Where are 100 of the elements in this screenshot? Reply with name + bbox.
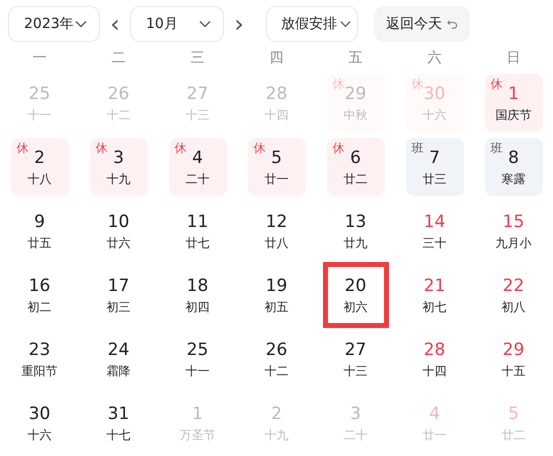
day-cell[interactable]: 13 廿九 [326,202,384,260]
day-number: 24 [108,340,130,360]
day-cell[interactable]: 29 十五 [484,330,542,388]
day-cell[interactable]: 24 霜降 [90,330,148,388]
day-cell[interactable]: 25 十一 [168,330,226,388]
lunar-date: 十四 [422,362,446,378]
holiday-label: 休 [490,77,502,91]
year-dropdown[interactable]: 2023年 [8,6,100,42]
weekday-label: 六 [426,49,442,68]
day-cell[interactable]: 休 6 廿二 [326,138,384,196]
day-number: 15 [502,212,524,232]
lunar-date: 重阳节 [22,362,58,378]
day-number: 8 [508,148,519,168]
day-cell[interactable]: 11 廿七 [168,202,226,260]
day-cell[interactable]: 班 8 寒露 [484,138,542,196]
day-number: 26 [266,340,288,360]
day-cell[interactable]: 9 廿五 [10,202,68,260]
chevron-down-icon [340,20,351,28]
day-cell[interactable]: 休 1 国庆节 [484,74,542,132]
day-number: 29 [344,84,366,104]
lunar-date: 九月小 [496,234,532,250]
lunar-date: 初二 [28,298,52,314]
holiday-label: 休 [254,141,266,155]
lunar-date: 廿六 [106,234,130,250]
day-cell[interactable]: 19 初五 [248,266,306,324]
day-cell[interactable]: 28 十四 [406,330,464,388]
lunar-date: 十六 [422,106,446,122]
day-number: 16 [28,276,50,296]
lunar-date: 初八 [502,298,526,314]
lunar-date: 十八 [28,170,52,186]
lunar-date: 初五 [264,298,288,314]
day-cell[interactable]: 12 廿八 [248,202,306,260]
holiday-dropdown[interactable]: 放假安排 [266,6,358,42]
undo-icon [447,18,458,30]
month-dropdown[interactable]: 10月 [130,6,224,42]
lunar-date: 初六 [344,298,368,314]
day-number: 28 [266,84,288,104]
weekday-label: 五 [348,49,364,68]
day-cell[interactable]: 31 十七 [90,394,148,452]
day-number: 14 [424,212,446,232]
day-cell[interactable]: 10 廿六 [90,202,148,260]
day-cell[interactable]: 22 初八 [484,266,542,324]
lunar-date: 廿九 [344,234,368,250]
day-number: 10 [108,212,130,232]
day-number: 4 [192,148,203,168]
day-number: 22 [502,276,524,296]
day-number: 27 [186,84,208,104]
chevron-down-icon [199,20,211,28]
day-cell[interactable]: 23 重阳节 [10,330,68,388]
back-to-today-button[interactable]: 返回今天 [374,6,470,42]
day-number: 2 [34,148,45,168]
holiday-label: 休 [174,141,186,155]
lunar-date: 国庆节 [496,106,532,122]
day-number: 18 [186,276,208,296]
day-number: 29 [502,340,524,360]
holiday-label: 休 [332,77,344,91]
day-cell[interactable]: 30 十六 [10,394,68,452]
lunar-date: 廿二 [344,170,368,186]
lunar-date: 十一 [28,106,52,122]
weekday-label: 四 [268,49,284,68]
lunar-date: 廿八 [264,234,288,250]
lunar-date: 十二 [264,362,288,378]
day-number: 5 [508,404,519,424]
day-cell[interactable]: 16 初二 [10,266,68,324]
day-number: 4 [429,404,440,424]
lunar-date: 廿二 [502,426,526,442]
holiday-label: 休 [332,141,344,155]
day-cell[interactable]: 休 5 廿一 [248,138,306,196]
day-cell[interactable]: 休 2 十八 [10,138,68,196]
day-cell[interactable]: 休 3 十九 [90,138,148,196]
day-cell[interactable]: 休 4 二十 [168,138,226,196]
day-cell[interactable]: 17 初三 [90,266,148,324]
lunar-date: 初三 [106,298,130,314]
day-number: 2 [271,404,282,424]
day-cell[interactable]: 15 九月小 [484,202,542,260]
lunar-date: 中秋 [344,106,368,122]
lunar-date: 初四 [186,298,210,314]
lunar-date: 三十 [422,234,446,250]
day-number: 11 [186,212,208,232]
day-cell[interactable]: 21 初七 [406,266,464,324]
day-cell[interactable]: 20 初六 [322,262,388,328]
day-number: 13 [344,212,366,232]
lunar-date: 十四 [264,106,288,122]
day-number: 3 [113,148,124,168]
day-cell[interactable]: 班 7 廿三 [406,138,464,196]
lunar-date: 十二 [106,106,130,122]
weekday-label: 一 [32,49,48,68]
day-number: 6 [350,148,361,168]
day-cell[interactable]: 26 十二 [248,330,306,388]
day-cell[interactable]: 18 初四 [168,266,226,324]
day-number: 9 [34,212,45,232]
lunar-date: 十七 [106,426,130,442]
day-cell[interactable]: 27 十三 [326,330,384,388]
weekday-label: 日 [506,49,522,68]
day-cell[interactable]: 14 三十 [406,202,464,260]
chevron-down-icon [75,20,87,28]
lunar-date: 霜降 [106,362,130,378]
lunar-date: 二十 [186,170,210,186]
day-number: 27 [344,340,366,360]
day-number: 1 [508,84,519,104]
